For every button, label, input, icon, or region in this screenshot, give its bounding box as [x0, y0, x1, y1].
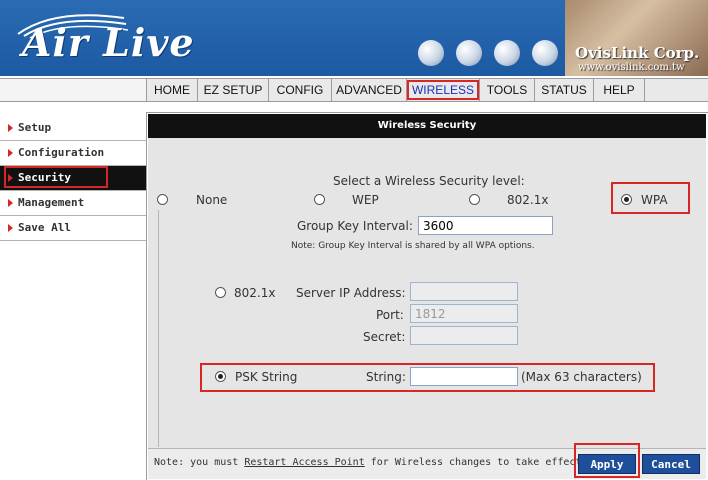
- sidebar-item-label: Save All: [18, 221, 71, 234]
- group-key-note: Note: Group Key Interval is shared by al…: [291, 241, 535, 251]
- wpa-options-divider: [158, 210, 159, 447]
- top-nav: HOME EZ SETUP CONFIG ADVANCED WIRELESS T…: [0, 78, 708, 102]
- footer-note: Note: you must Restart Access Point for …: [154, 457, 588, 468]
- radio-none[interactable]: [157, 194, 168, 205]
- globe-icon: [494, 40, 520, 66]
- globe-icon: [456, 40, 482, 66]
- psk-string-label: String:: [366, 370, 406, 384]
- airlive-logo: Air Live: [22, 20, 195, 65]
- footer-note-prefix: Note: you must: [154, 457, 245, 468]
- arrow-right-icon: [8, 199, 13, 207]
- psk-string-input[interactable]: [410, 367, 518, 386]
- globe-icon: [532, 40, 558, 66]
- radio-8021x[interactable]: [469, 194, 480, 205]
- arrow-right-icon: [8, 149, 13, 157]
- radio-8021x-label: 802.1x: [507, 193, 549, 207]
- security-highlight: [4, 166, 108, 188]
- tab-help[interactable]: HELP: [594, 79, 645, 101]
- wireless-security-panel: Select a Wireless Security level: None W…: [148, 138, 706, 448]
- footer-bar: Note: you must Restart Access Point for …: [148, 443, 706, 479]
- psk-max-hint: (Max 63 characters): [521, 370, 642, 384]
- header-banner: Air Live OvisLink Corp. www.ovislink.com…: [0, 0, 708, 76]
- radio-wep-label: WEP: [352, 193, 379, 207]
- tab-tools[interactable]: TOOLS: [480, 79, 535, 101]
- radio-radius-label: 802.1x: [234, 286, 276, 300]
- tab-config[interactable]: CONFIG: [269, 79, 332, 101]
- page-title: Wireless Security: [148, 114, 706, 138]
- restart-access-point-link[interactable]: Restart Access Point: [244, 457, 364, 468]
- cancel-button[interactable]: Cancel: [642, 454, 700, 474]
- arrow-right-icon: [8, 124, 13, 132]
- brand-name: OvisLink Corp.: [575, 44, 700, 62]
- radio-wep[interactable]: [314, 194, 325, 205]
- radio-none-label: None: [196, 193, 228, 207]
- radio-psk-string[interactable]: [215, 371, 226, 382]
- sidebar-item-label: Setup: [18, 121, 52, 134]
- footer-note-suffix: for Wireless changes to take effect.: [364, 457, 588, 468]
- tab-ez-setup[interactable]: EZ SETUP: [198, 79, 269, 101]
- sidebar-item-management[interactable]: Management: [0, 191, 146, 216]
- nav-gap: [147, 102, 708, 113]
- arrow-right-icon: [8, 224, 13, 232]
- sidebar-item-label: Management: [18, 196, 85, 209]
- radio-psk-label: PSK String: [235, 370, 298, 384]
- port-input[interactable]: [410, 304, 518, 323]
- apply-button[interactable]: Apply: [578, 454, 636, 474]
- sidebar-item-configuration[interactable]: Configuration: [0, 141, 146, 166]
- server-ip-label: Server IP Address:: [296, 286, 406, 300]
- secret-input[interactable]: [410, 326, 518, 345]
- sidebar-item-save-all[interactable]: Save All: [0, 216, 146, 241]
- tab-status[interactable]: STATUS: [535, 79, 594, 101]
- sidebar-item-setup[interactable]: Setup: [0, 116, 146, 141]
- sidebar: Setup Configuration Security Management …: [0, 112, 147, 480]
- security-level-prompt: Select a Wireless Security level:: [333, 174, 525, 188]
- secret-label: Secret:: [363, 330, 406, 344]
- tab-wireless-highlight: [407, 80, 479, 100]
- group-key-label: Group Key Interval:: [297, 219, 413, 233]
- globe-icon: [418, 40, 444, 66]
- nav-spacer: [0, 79, 147, 101]
- server-ip-input[interactable]: [410, 282, 518, 301]
- port-label: Port:: [376, 308, 404, 322]
- group-key-input[interactable]: [418, 216, 553, 235]
- wpa-highlight: [611, 182, 690, 214]
- brand-url: www.ovislink.com.tw: [578, 62, 685, 73]
- tab-home[interactable]: HOME: [147, 79, 198, 101]
- radio-radius-8021x[interactable]: [215, 287, 226, 298]
- tab-advanced[interactable]: ADVANCED: [332, 79, 407, 101]
- sidebar-item-label: Configuration: [18, 146, 105, 159]
